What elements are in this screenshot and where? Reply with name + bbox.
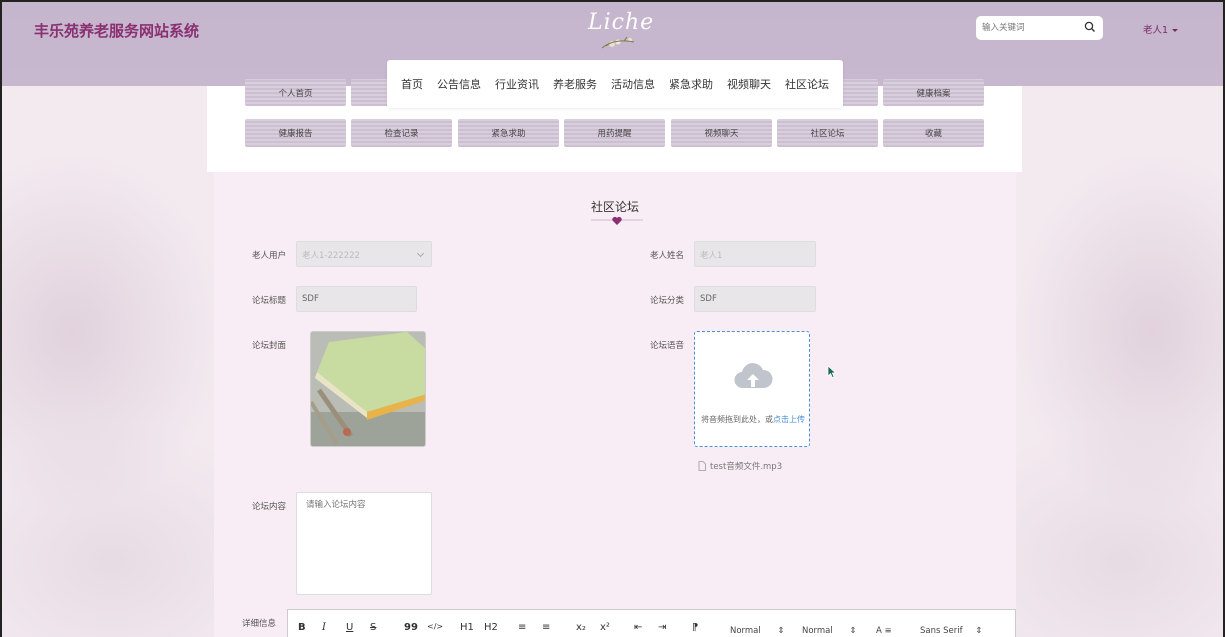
nav-announcements[interactable]: 公告信息: [430, 76, 488, 92]
color-picker[interactable]: A ≡: [876, 626, 892, 636]
elder-user-label: 老人用户: [252, 251, 287, 261]
text-direction-button[interactable]: ⁋: [692, 622, 698, 633]
user-name: 老人1: [1143, 25, 1169, 36]
forum-content-input[interactable]: [296, 492, 432, 595]
caret-down-icon: [1172, 29, 1179, 32]
forum-title-field[interactable]: SDF: [296, 286, 417, 312]
header2-button[interactable]: H2: [484, 622, 498, 633]
subnav-item-health-report[interactable]: 健康报告: [245, 119, 346, 147]
italic-button[interactable]: I: [322, 622, 326, 633]
forum-category-field[interactable]: SDF: [694, 286, 816, 312]
rich-text-editor[interactable]: B I U S 99 </> H1 H2 ≡ ≡ x₂ x² ⇤ ⇥ ⁋ Nor…: [287, 609, 1016, 637]
subnav-item-home[interactable]: 个人首页: [245, 79, 346, 106]
header-dropdown[interactable]: Normal ⇕: [802, 626, 857, 636]
forum-category-label: 论坛分类: [650, 296, 685, 306]
subnav-item-check-record[interactable]: 检查记录: [351, 119, 452, 147]
nav-video-chat[interactable]: 视频聊天: [720, 76, 778, 92]
upload-hint: 将音频拖到此处，或: [701, 415, 773, 424]
bold-button[interactable]: B: [298, 622, 306, 633]
mouse-cursor-icon: [827, 365, 837, 379]
nav-emergency[interactable]: 紧急求助: [662, 76, 720, 92]
user-menu[interactable]: 老人1: [1143, 22, 1179, 36]
subnav-item-forum[interactable]: 社区论坛: [777, 119, 878, 147]
underline-button[interactable]: U: [346, 622, 353, 633]
elder-name-label: 老人姓名: [650, 251, 685, 261]
search-icon[interactable]: [1084, 21, 1096, 33]
superscript-button[interactable]: x²: [600, 622, 610, 633]
subnav-item-video-chat[interactable]: 视频聊天: [671, 119, 772, 147]
cloud-upload-icon: [734, 363, 773, 389]
search-input[interactable]: [982, 21, 1078, 35]
font-dropdown[interactable]: Sans Serif ⇕: [920, 626, 982, 636]
outdent-button[interactable]: ⇤: [634, 622, 642, 633]
audio-upload-dropzone[interactable]: 将音频拖到此处，或点击上传: [694, 331, 810, 447]
nav-elderly-services[interactable]: 养老服务: [546, 76, 604, 92]
blockquote-button[interactable]: 99: [404, 622, 418, 633]
forum-title-label: 论坛标题: [252, 296, 287, 306]
ordered-list-button[interactable]: ≡: [518, 622, 526, 633]
forum-cover-label: 论坛封面: [252, 341, 287, 351]
size-dropdown[interactable]: Normal ⇕: [730, 626, 785, 636]
elder-user-select[interactable]: 老人1-222222: [296, 241, 432, 267]
subscript-button[interactable]: x₂: [576, 622, 586, 633]
forum-content-label: 论坛内容: [252, 502, 287, 512]
nav-home[interactable]: 首页: [394, 76, 430, 92]
main-content: 社区论坛 老人用户 老人1-222222 老人姓名 老人1 论坛标题 SDF 论…: [214, 172, 1016, 637]
detail-label: 详细信息: [242, 619, 277, 629]
indent-button[interactable]: ⇥: [658, 622, 666, 633]
code-block-button[interactable]: </>: [427, 622, 443, 631]
subnav-item-health-record[interactable]: 健康档案: [883, 79, 984, 106]
header1-button[interactable]: H1: [460, 622, 474, 633]
site-title[interactable]: 丰乐苑养老服务网站系统: [34, 20, 199, 41]
subnav-item-medication[interactable]: 用药提醒: [564, 119, 665, 147]
subnav-item-emergency[interactable]: 紧急求助: [458, 119, 559, 147]
bullet-list-button[interactable]: ≡: [542, 622, 550, 633]
nav-activities[interactable]: 活动信息: [604, 76, 662, 92]
logo-flower-icon: [601, 36, 635, 49]
subnav-item-favorites[interactable]: 收藏: [883, 119, 984, 147]
uploaded-file-name: test音频文件.mp3: [710, 462, 783, 472]
elder-name-field[interactable]: 老人1: [694, 241, 816, 267]
upload-link[interactable]: 点击上传: [773, 415, 805, 424]
nav-forum[interactable]: 社区论坛: [778, 76, 836, 92]
search-box[interactable]: [976, 16, 1103, 40]
uploaded-file[interactable]: test音频文件.mp3: [698, 460, 782, 472]
strike-button[interactable]: S: [370, 622, 376, 633]
site-logo[interactable]: Liche: [584, 8, 653, 52]
page-title: 社区论坛: [590, 200, 639, 214]
main-navigation: 首页 公告信息 行业资讯 养老服务 活动信息 紧急求助 视频聊天 社区论坛: [387, 60, 843, 108]
document-icon: [698, 461, 706, 471]
forum-cover-image[interactable]: [310, 331, 426, 447]
chevron-down-icon: [416, 249, 425, 258]
forum-audio-label: 论坛语音: [650, 341, 685, 351]
heart-divider-icon: [591, 216, 643, 225]
nav-industry-news[interactable]: 行业资讯: [488, 76, 546, 92]
page-frame: 丰乐苑养老服务网站系统 Liche 老人1 个人首页 健康档案: [0, 0, 1225, 637]
notebook-photo: [311, 332, 425, 446]
